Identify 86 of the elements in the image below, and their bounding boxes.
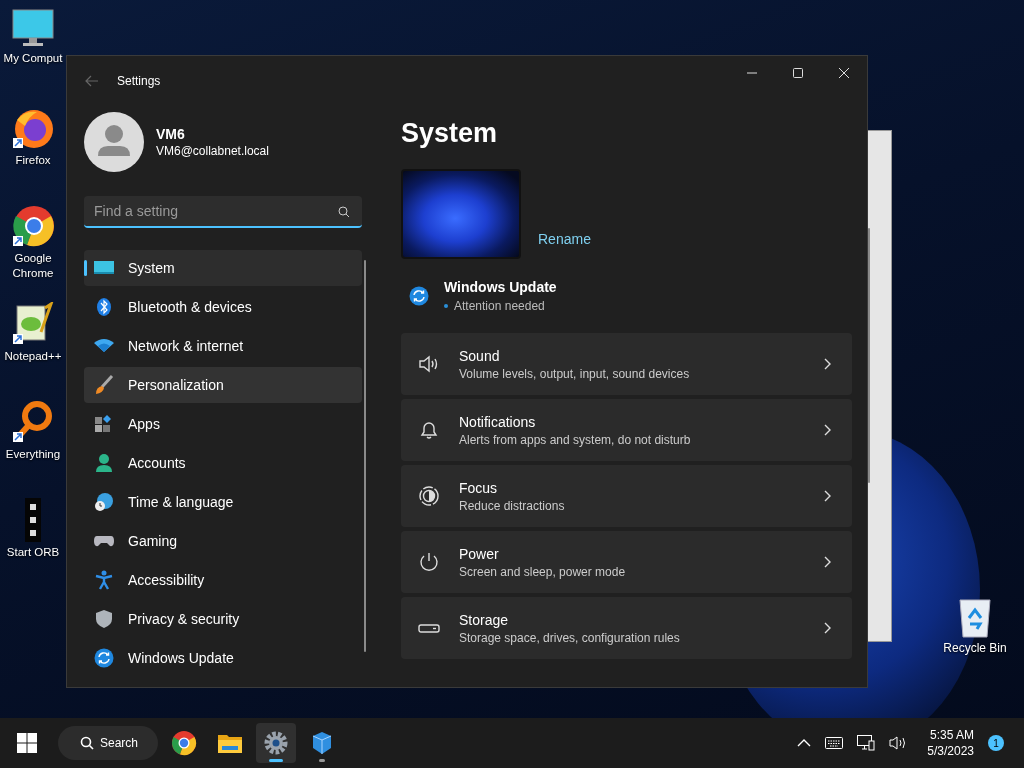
desktop-icon-label[interactable]: Google Chrome xyxy=(0,251,66,281)
chevron-right-icon xyxy=(824,358,832,370)
windows-logo-icon[interactable] xyxy=(16,732,38,754)
maximize-icon xyxy=(792,67,804,79)
notification-badge[interactable]: 1 xyxy=(988,735,1004,751)
settings-card[interactable]: Storage Storage space, drives, configuration rules xyxy=(401,597,852,659)
accessibility-icon xyxy=(94,570,114,590)
nav-item[interactable]: System xyxy=(84,250,362,286)
nav-item[interactable]: Apps xyxy=(84,406,362,442)
card-subtitle: Reduce distractions xyxy=(459,498,566,513)
window-title: Settings xyxy=(117,74,161,88)
desktop-icon-label[interactable]: Notepad++ xyxy=(4,349,62,364)
settings-card[interactable]: Focus Reduce distractions xyxy=(401,465,852,527)
close-icon xyxy=(838,67,850,79)
avatar-icon[interactable] xyxy=(84,112,144,172)
search-icon xyxy=(80,736,94,750)
focus-icon xyxy=(418,485,440,507)
nav-item[interactable]: Privacy & security xyxy=(84,601,362,637)
chevron-right-icon xyxy=(824,556,832,568)
desktop-icon-label[interactable]: My Comput xyxy=(3,51,63,66)
desktop-icon-label[interactable]: Start ORB xyxy=(6,545,60,560)
update-status: Attention needed xyxy=(454,299,545,313)
chevron-right-icon xyxy=(824,622,832,634)
scrollbar[interactable] xyxy=(868,228,870,483)
card-subtitle: Volume levels, output, input, sound devices xyxy=(459,366,691,381)
network-monitor-icon[interactable] xyxy=(857,735,876,751)
accounts-icon xyxy=(94,453,114,473)
taskbar-search-button[interactable]: Search xyxy=(58,726,159,760)
nav-item[interactable]: Bluetooth & devices xyxy=(84,289,362,325)
card-title: Sound xyxy=(459,347,501,364)
user-name: VM6 xyxy=(156,126,186,142)
card-subtitle: Storage space, drives, configuration rules xyxy=(459,630,681,645)
chrome-logo-icon[interactable] xyxy=(11,204,55,248)
card-subtitle: Alerts from apps and system, do not disturb xyxy=(459,432,692,447)
search-icon[interactable] xyxy=(338,206,350,218)
windows-logo-icon[interactable] xyxy=(25,498,41,542)
speaker-icon[interactable] xyxy=(889,735,908,751)
card-title: Power xyxy=(459,545,500,562)
search-field[interactable]: Find a setting xyxy=(84,196,362,228)
update-icon[interactable] xyxy=(409,286,429,306)
desktop-icon-label[interactable]: Everything xyxy=(5,447,61,462)
power-icon xyxy=(418,551,440,573)
desktop-icon-label[interactable]: Recycle Bin xyxy=(943,641,1007,656)
monitor-icon[interactable] xyxy=(11,8,55,48)
nav-item[interactable]: Network & internet xyxy=(84,328,362,364)
bluetooth-icon xyxy=(94,297,114,317)
chevron-right-icon xyxy=(824,424,832,436)
rename-link[interactable]: Rename xyxy=(538,231,591,247)
settings-card[interactable]: Sound Volume levels, output, input, sound devices xyxy=(401,333,852,395)
clock-time[interactable]: 5:35 AM xyxy=(929,727,974,743)
scrollbar[interactable] xyxy=(364,260,366,652)
apps-icon xyxy=(94,414,114,434)
status-dot-icon xyxy=(444,304,448,308)
nav-item[interactable]: Personalization xyxy=(84,367,362,403)
keyboard-icon[interactable] xyxy=(825,737,844,749)
brush-icon xyxy=(94,375,114,395)
nav-item[interactable]: Time & language xyxy=(84,484,362,520)
gear-icon xyxy=(263,730,290,756)
back-arrow-icon[interactable] xyxy=(85,75,99,87)
card-title: Notifications xyxy=(459,413,537,430)
update-title[interactable]: Windows Update xyxy=(444,279,557,295)
nav-item[interactable]: Accessibility xyxy=(84,562,362,598)
card-title: Storage xyxy=(459,611,510,628)
desktop-icon-label[interactable]: Firefox xyxy=(15,153,51,168)
card-title: Focus xyxy=(459,479,499,496)
page-heading: System xyxy=(401,118,499,149)
time-icon xyxy=(94,492,114,512)
nav-item[interactable]: Gaming xyxy=(84,523,362,559)
sound-icon xyxy=(418,353,440,375)
privacy-icon xyxy=(94,609,114,629)
update-icon xyxy=(94,648,114,668)
card-subtitle: Screen and sleep, power mode xyxy=(459,564,627,579)
settings-card[interactable]: Power Screen and sleep, power mode xyxy=(401,531,852,593)
clock-date[interactable]: 5/3/2023 xyxy=(927,743,974,759)
chrome-icon xyxy=(171,730,198,756)
nav-item[interactable]: Windows Update xyxy=(84,640,362,676)
settings-card[interactable]: Notifications Alerts from apps and system, do not disturb xyxy=(401,399,852,461)
magnifier-icon[interactable] xyxy=(11,400,55,444)
taskbar-app[interactable] xyxy=(256,723,297,763)
chevron-right-icon xyxy=(824,490,832,502)
chevron-up-icon[interactable] xyxy=(797,738,812,748)
notepad-chameleon-icon[interactable] xyxy=(11,302,55,346)
bell-icon xyxy=(418,419,440,441)
nav-item[interactable]: Accounts xyxy=(84,445,362,481)
user-email: VM6@collabnet.local xyxy=(156,144,269,158)
recycle-bin-icon[interactable] xyxy=(957,596,993,638)
